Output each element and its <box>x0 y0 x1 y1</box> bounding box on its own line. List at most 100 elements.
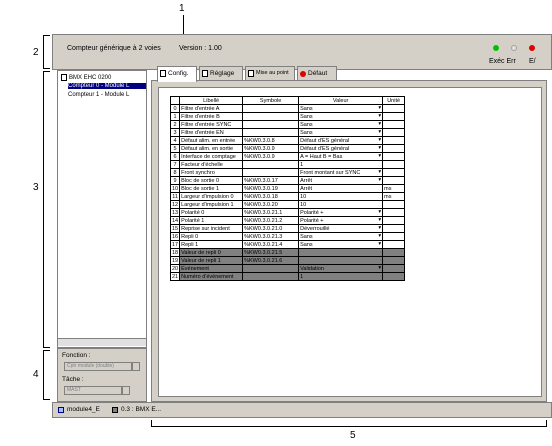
table-row[interactable]: 4 Défaut alim. en entrée %KW0.3.0.8 Défaut … <box>169 136 406 145</box>
row-value[interactable]: Sans <box>298 104 384 113</box>
row-index: 20 <box>169 264 181 273</box>
row-unit <box>382 272 406 281</box>
row-value[interactable]: Polarité + <box>298 216 384 225</box>
row-index: 4 <box>169 136 181 145</box>
table-row[interactable]: 20 Evénement Validation <box>169 264 406 273</box>
table-row[interactable]: 8 Front synchro Front montant sur SYNC <box>169 168 406 177</box>
tab-reglage[interactable]: Réglage <box>199 66 243 81</box>
row-symbol <box>242 120 300 129</box>
table-row[interactable]: 1 Filtre d'entrée B Sans <box>169 112 406 121</box>
task-select[interactable]: MAST <box>64 386 122 395</box>
row-value[interactable]: Déverrouillé <box>298 224 384 233</box>
row-value[interactable]: 10 <box>298 192 384 201</box>
row-symbol: %KW0.3.0.20 <box>242 200 300 209</box>
tab-config-label: Config. <box>168 70 189 77</box>
callout-5: 5 <box>350 430 356 441</box>
row-value[interactable]: 10 <box>298 200 384 209</box>
row-label: Filtre d'entrée A <box>179 104 244 113</box>
row-value[interactable] <box>298 256 384 265</box>
adjust-icon <box>202 70 208 77</box>
table-row[interactable]: 5 Défaut alim. en sortie %KW0.3.0.9 Défaut … <box>169 144 406 153</box>
row-unit <box>382 128 406 137</box>
row-value[interactable]: A = Haut B = Bas <box>298 152 384 161</box>
row-value[interactable]: 1 <box>298 160 384 169</box>
row-value[interactable]: Sans <box>298 232 384 241</box>
row-unit <box>382 256 406 265</box>
row-value[interactable]: Défaut d'ES général <box>298 136 384 145</box>
row-symbol: %KW0.3.0.21.4 <box>242 240 300 249</box>
table-row[interactable]: 9 Bloc de sortie 0 %KW0.3.0.17 Arrêt <box>169 176 406 185</box>
table-row[interactable]: 2 Filtre d'entrée SYNC Sans <box>169 120 406 129</box>
fault-icon <box>300 71 306 77</box>
table-row[interactable]: 0 Filtre d'entrée A Sans <box>169 104 406 113</box>
row-unit <box>382 200 406 209</box>
callout-4: 4 <box>33 369 39 380</box>
row-value[interactable]: Sans <box>298 240 384 249</box>
row-index: 1 <box>169 112 181 121</box>
function-dropdown-button[interactable] <box>132 362 140 371</box>
row-value[interactable]: Arrêt <box>298 184 384 193</box>
table-row[interactable]: 11 Largeur d'impulsion 0 %KW0.3.0.18 10 ms <box>169 192 406 201</box>
row-value[interactable]: Validation <box>298 264 384 273</box>
row-value[interactable]: Sans <box>298 120 384 129</box>
table-row[interactable]: 13 Polarité 0 %KW0.3.0.21.1 Polarité + <box>169 208 406 217</box>
row-value[interactable]: Polarité + <box>298 208 384 217</box>
row-label: Filtre d'entrée EN <box>179 128 244 137</box>
row-index: 9 <box>169 176 181 185</box>
run-led-icon <box>493 45 499 51</box>
table-row[interactable]: 7 Facteur d'échelle 1 <box>169 160 406 169</box>
tree-root[interactable]: BMX EHC 0200 <box>61 74 111 81</box>
table-row[interactable]: 14 Polarité 1 %KW0.3.0.21.2 Polarité + <box>169 216 406 225</box>
row-value[interactable]: Front montant sur SYNC <box>298 168 384 177</box>
status-tab-module[interactable]: module4_E <box>57 405 100 416</box>
row-label: Polarité 0 <box>179 208 244 217</box>
row-unit <box>382 224 406 233</box>
module-header: Compteur générique à 2 voies Version : 1… <box>52 34 552 70</box>
row-index: 14 <box>169 216 181 225</box>
function-label: Fonction : <box>62 352 91 359</box>
tab-config[interactable]: Config. <box>157 66 197 82</box>
callout-4-bracket <box>43 350 50 400</box>
row-symbol <box>242 272 300 281</box>
table-row[interactable]: 17 Repli 1 %KW0.3.0.21.4 Sans <box>169 240 406 249</box>
row-symbol: %KW0.3.0.9 <box>242 144 300 153</box>
row-symbol <box>242 160 300 169</box>
tree-item-counter-0[interactable]: Compteur 0 - Module L <box>68 83 146 89</box>
table-row[interactable]: 19 Valeur de repli 1 %KW0.3.0.21.6 <box>169 256 406 265</box>
row-index: 17 <box>169 240 181 249</box>
table-row[interactable]: 21 Numéro d'événement 1 <box>169 272 406 281</box>
table-row[interactable]: 16 Repli 0 %KW0.3.0.21.3 Sans <box>169 232 406 241</box>
tree-item-counter-1[interactable]: Compteur 1 - Module L <box>68 92 129 98</box>
row-value[interactable]: Sans <box>298 128 384 137</box>
tab-mise-au-point[interactable]: Mise au point <box>245 66 295 81</box>
tab-defaut[interactable]: Défaut <box>297 66 337 81</box>
table-row[interactable]: 15 Reprise sur incident %KW0.3.0.21.0 Déver… <box>169 224 406 233</box>
row-value[interactable] <box>298 248 384 257</box>
status-tab-config[interactable]: 0.3 : BMX E... <box>111 405 161 416</box>
tree-root-label: BMX EHC 0200 <box>69 75 112 82</box>
table-row[interactable]: 18 Valeur de repli 0 %KW0.3.0.21.5 <box>169 248 406 257</box>
row-label: Bloc de sortie 0 <box>179 176 244 185</box>
row-symbol: %KW0.3.0.21.5 <box>242 248 300 257</box>
tab-reglage-label: Réglage <box>210 70 235 77</box>
config-icon <box>160 70 166 77</box>
row-value[interactable]: 1 <box>298 272 384 281</box>
row-symbol <box>242 168 300 177</box>
task-value: MAST <box>67 387 81 393</box>
function-select[interactable]: Cptr module (double) <box>64 362 132 371</box>
row-index: 21 <box>169 272 181 281</box>
task-dropdown-button[interactable] <box>122 386 130 395</box>
row-index: 12 <box>169 200 181 209</box>
row-unit <box>382 176 406 185</box>
tree-scrollbar[interactable] <box>58 338 146 346</box>
row-value[interactable]: Arrêt <box>298 176 384 185</box>
row-label: Reprise sur incident <box>179 224 244 233</box>
table-row[interactable]: 6 Interface de comptage %KW0.3.0.9 A = Haut… <box>169 152 406 161</box>
row-value[interactable]: Sans <box>298 112 384 121</box>
table-row[interactable]: 12 Largeur d'impulsion 1 %KW0.3.0.20 10 <box>169 200 406 209</box>
table-row[interactable]: 10 Bloc de sortie 1 %KW0.3.0.19 Arrêt ms <box>169 184 406 193</box>
table-row[interactable]: 3 Filtre d'entrée EN Sans <box>169 128 406 137</box>
run-err-label: Exéc Err <box>489 58 516 65</box>
row-symbol: %KW0.3.0.17 <box>242 176 300 185</box>
row-value[interactable]: Défaut d'ES général <box>298 144 384 153</box>
